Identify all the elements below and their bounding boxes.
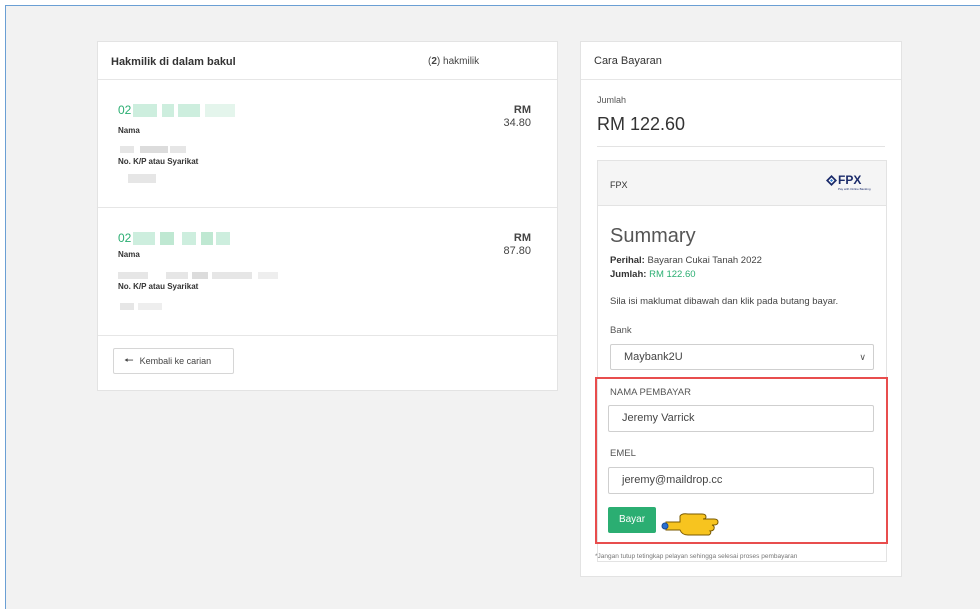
email-input[interactable]: jeremy@maildrop.cc bbox=[608, 467, 874, 494]
basket-count-suffix: hakmilik bbox=[440, 56, 480, 67]
nama-label: Nama bbox=[118, 250, 140, 259]
basket-title: Hakmilik di dalam bakul bbox=[111, 56, 236, 68]
nokp-redacted bbox=[120, 297, 162, 315]
summary-jumlah-value: RM 122.60 bbox=[649, 269, 696, 280]
back-to-search-button[interactable]: 🠔 Kembali ke carian bbox=[113, 348, 234, 374]
nama-label: Nama bbox=[118, 126, 140, 135]
pay-button[interactable]: Bayar bbox=[608, 507, 656, 533]
basket-item: 02 Nama No. K/P atau Syarikat RM 34.80 bbox=[98, 80, 557, 208]
payer-name-input[interactable]: Jeremy Varrick bbox=[608, 405, 874, 432]
basket-item: 02 Nama No. K/P atau Syarikat RM 87.80 bbox=[98, 208, 557, 336]
payment-note: *Jangan tutup tetingkap pelayan sehingga… bbox=[595, 553, 798, 560]
arrow-left-icon: 🠔 bbox=[124, 354, 134, 367]
email-label: EMEL bbox=[610, 448, 636, 459]
redacted-block bbox=[201, 231, 214, 245]
fpx-logo-text: FPX bbox=[838, 173, 862, 187]
fpx-logo-icon bbox=[826, 175, 837, 186]
total-value: RM 122.60 bbox=[597, 114, 686, 134]
fpx-logo-subtext: Pay with Online Banking bbox=[838, 187, 871, 191]
title-id: 02 bbox=[118, 230, 231, 246]
payment-header: Cara Bayaran bbox=[581, 42, 901, 80]
title-id-prefix: 02 bbox=[118, 103, 132, 117]
back-button-label: Kembali ke carian bbox=[139, 356, 212, 366]
fpx-header: FPX FPX Pay with Online Banking bbox=[598, 161, 886, 206]
total-label: Jumlah bbox=[597, 95, 627, 105]
amount-value: 34.80 bbox=[503, 117, 531, 129]
fpx-logo: FPX Pay with Online Banking bbox=[826, 173, 872, 194]
title-id-prefix: 02 bbox=[118, 231, 132, 245]
basket-header: Hakmilik di dalam bakul (2) hakmilik bbox=[98, 42, 557, 80]
amount-currency: RM bbox=[513, 104, 531, 116]
summary-jumlah-label: Jumlah: bbox=[610, 269, 647, 280]
summary-instruction: Sila isi maklumat dibawah dan klik pada … bbox=[610, 296, 839, 307]
bank-selected-value: Maybank2U bbox=[624, 351, 683, 363]
chevron-down-icon: ∨ bbox=[859, 352, 866, 362]
bank-select[interactable]: Maybank2U ∨ bbox=[610, 344, 874, 370]
redacted-block bbox=[216, 231, 231, 245]
amount-value: 87.80 bbox=[503, 245, 531, 257]
divider bbox=[597, 146, 885, 147]
summary-perihal: Perihal: Bayaran Cukai Tanah 2022 bbox=[610, 255, 762, 266]
summary-jumlah: Jumlah: RM 122.60 bbox=[610, 269, 696, 280]
payer-name-label: NAMA PEMBAYAR bbox=[610, 387, 691, 398]
redacted-block bbox=[133, 103, 158, 117]
perihal-label: Perihal: bbox=[610, 255, 645, 266]
redacted-block bbox=[178, 103, 201, 117]
perihal-value: Bayaran Cukai Tanah 2022 bbox=[647, 255, 762, 266]
bank-label: Bank bbox=[610, 325, 632, 336]
payment-method-label: FPX bbox=[610, 180, 628, 190]
basket-card: Hakmilik di dalam bakul (2) hakmilik 02 … bbox=[97, 41, 558, 391]
title-id: 02 bbox=[118, 102, 236, 118]
redacted-block bbox=[205, 103, 236, 117]
nokp-label: No. K/P atau Syarikat bbox=[118, 282, 199, 291]
item-amount: RM 34.80 bbox=[503, 104, 531, 130]
redacted-block bbox=[160, 231, 175, 245]
nama-redacted bbox=[120, 140, 186, 158]
nokp-label: No. K/P atau Syarikat bbox=[118, 157, 199, 166]
basket-count: (2) hakmilik bbox=[428, 56, 480, 67]
summary-title: Summary bbox=[610, 225, 696, 247]
pointing-hand-icon bbox=[661, 513, 719, 536]
redacted-block bbox=[182, 231, 197, 245]
redacted-block bbox=[133, 231, 156, 245]
redacted-block bbox=[162, 103, 175, 117]
amount-currency: RM bbox=[513, 232, 531, 244]
payment-title: Cara Bayaran bbox=[594, 55, 662, 67]
nokp-redacted bbox=[128, 170, 156, 188]
basket-count-number: 2 bbox=[431, 56, 437, 67]
item-amount: RM 87.80 bbox=[503, 232, 531, 258]
